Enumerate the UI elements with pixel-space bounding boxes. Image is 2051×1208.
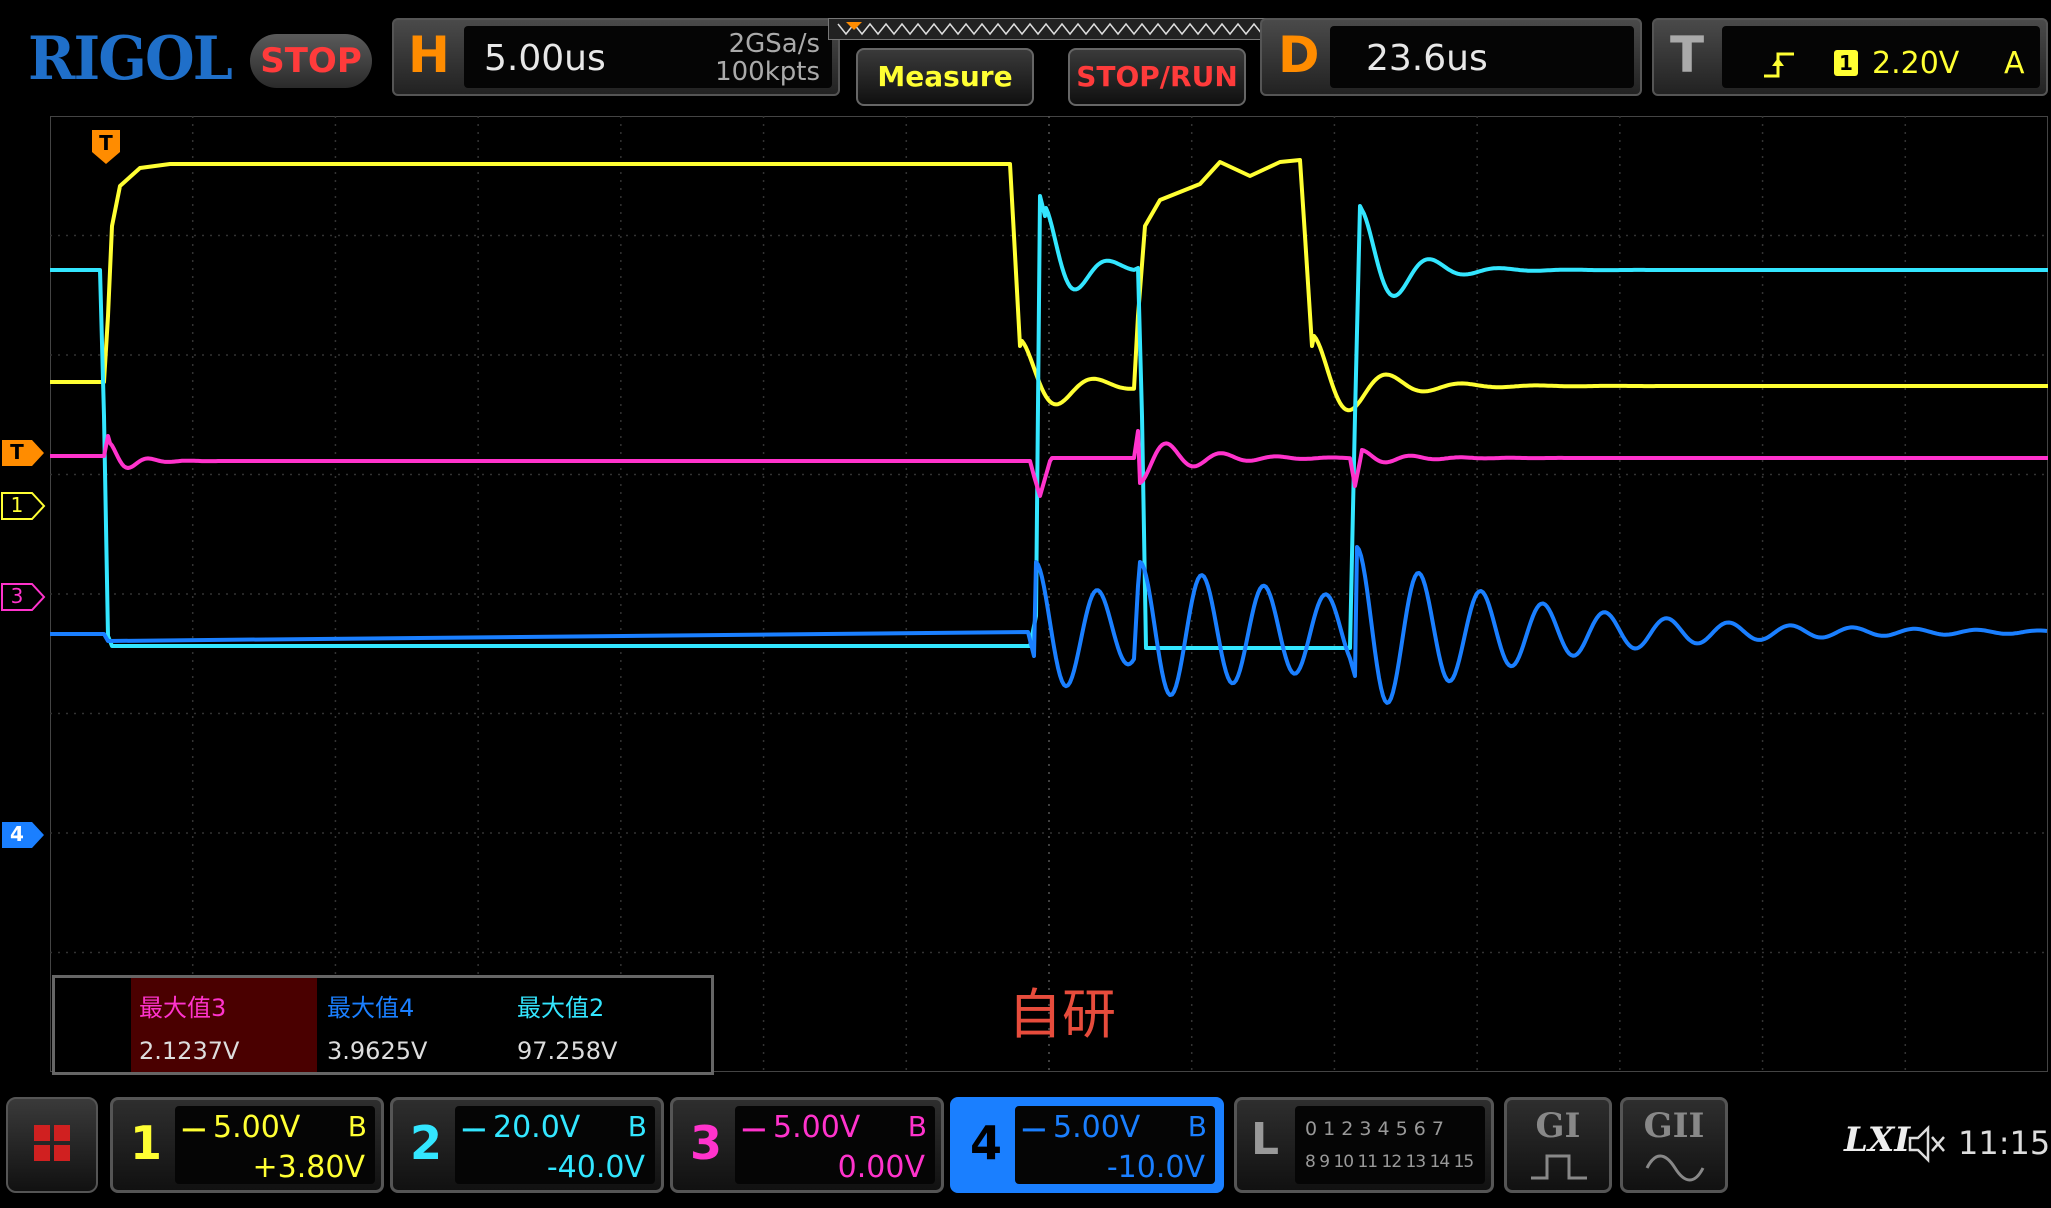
rigol-logo: RIGOL: [28, 24, 233, 94]
dc-coupling-icon: ━━: [463, 1120, 485, 1141]
sine-wave-icon: [1645, 1154, 1705, 1182]
trigger-source: 1: [1834, 50, 1858, 76]
channel-1-marker[interactable]: 1: [0, 491, 46, 521]
channel-4-marker[interactable]: 4: [0, 820, 46, 850]
channel-2-panel[interactable]: 2 ━━ 20.0V B -40.0V: [390, 1097, 664, 1193]
logic-channels-row1: 0 1 2 3 4 5 6 7: [1305, 1118, 1444, 1140]
trigger-letter: T: [1670, 26, 1705, 84]
horizontal-panel[interactable]: H 5.00us 2GSa/s 100kpts: [392, 18, 840, 96]
generator-2-button[interactable]: GII: [1620, 1097, 1728, 1193]
trigger-level: 2.20V: [1872, 46, 1960, 81]
channel-3-panel[interactable]: 3 ━━ 5.00V B 0.00V: [670, 1097, 944, 1193]
trigger-mode: A: [2004, 46, 2025, 81]
trigger-level-marker[interactable]: T: [0, 438, 46, 468]
svg-text:T: T: [99, 131, 113, 155]
generator-1-button[interactable]: GI: [1504, 1097, 1612, 1193]
channel-3-marker[interactable]: 3: [0, 582, 46, 612]
dc-coupling-icon: ━━: [183, 1120, 205, 1141]
rising-edge-icon: [1764, 52, 1794, 78]
dc-coupling-icon: ━━: [1023, 1120, 1045, 1141]
menu-grid-icon: [34, 1125, 70, 1161]
channel-4-panel[interactable]: 4 ━━ 5.00V B -10.0V: [950, 1097, 1224, 1193]
clock: 11:15: [1958, 1124, 2051, 1162]
logic-analyzer-panel[interactable]: L 0 1 2 3 4 5 6 7 8 9 10 11 12 13 14 15: [1234, 1097, 1494, 1193]
measure-button[interactable]: Measure: [856, 48, 1034, 106]
waveform-display[interactable]: [50, 116, 2048, 1072]
watermark-text: 自研: [1008, 983, 1116, 1046]
logic-channels-row2: 8 9 10 11 12 13 14 15: [1305, 1152, 1474, 1172]
square-wave-icon: [1531, 1154, 1587, 1180]
memory-depth: 100kpts: [715, 57, 820, 87]
timebase-value: 5.00us: [484, 38, 606, 79]
delay-panel[interactable]: D 23.6us: [1260, 18, 1642, 96]
sample-rate: 2GSa/s: [728, 29, 820, 59]
memory-overview-strip[interactable]: [828, 18, 1274, 40]
trigger-time-marker: T: [92, 130, 120, 164]
menu-button[interactable]: [6, 1097, 98, 1193]
measurement-panel[interactable]: 最大值3 2.1237V 最大值4 3.9625V 最大值2 97.258V: [52, 975, 714, 1075]
delay-value: 23.6us: [1366, 38, 1488, 79]
horizontal-letter: H: [408, 26, 450, 84]
lxi-logo: LXI: [1844, 1120, 1911, 1160]
delay-letter: D: [1278, 26, 1320, 84]
trigger-panel[interactable]: T 1 2.20V A: [1652, 18, 2048, 96]
measurement-item[interactable]: 最大值2 97.258V: [509, 978, 695, 1072]
run-state-indicator[interactable]: STOP: [250, 34, 372, 88]
measurement-item[interactable]: 最大值4 3.9625V: [319, 978, 505, 1072]
dc-coupling-icon: ━━: [743, 1120, 765, 1141]
speaker-muted-icon[interactable]: [1906, 1124, 1946, 1164]
stop-run-button[interactable]: STOP/RUN: [1068, 48, 1246, 106]
measurement-item[interactable]: 最大值3 2.1237V: [131, 978, 317, 1072]
channel-1-panel[interactable]: 1 ━━ 5.00V B +3.80V: [110, 1097, 384, 1193]
